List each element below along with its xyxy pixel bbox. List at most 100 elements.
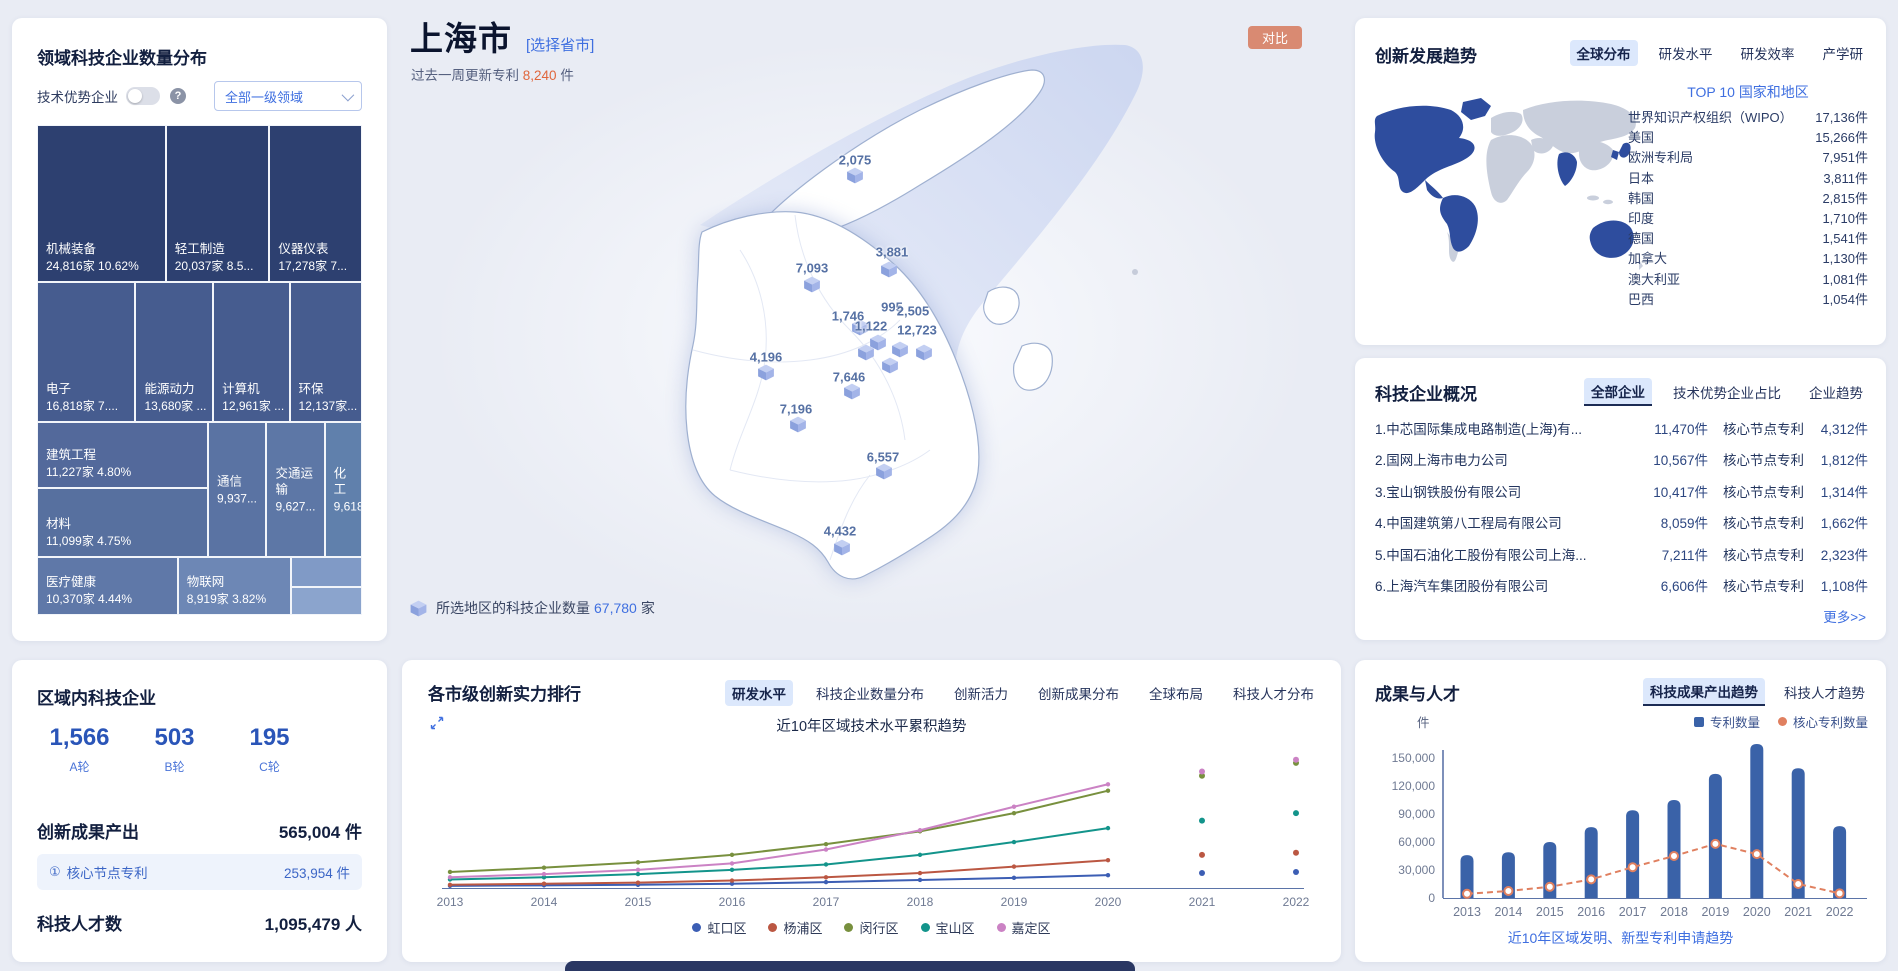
legend-item-闵行区[interactable]: 闵行区 xyxy=(844,918,899,937)
treemap-cell-通信[interactable]: 通信 9,937... xyxy=(207,421,267,558)
treemap-cell-轻工制造[interactable]: 轻工制造 20,037家 8.5... xyxy=(165,125,270,282)
point-宝山区-2020[interactable] xyxy=(1105,825,1111,831)
point-杨浦区-2021[interactable] xyxy=(1199,851,1205,858)
enterprise-cube-marker[interactable] xyxy=(844,383,861,405)
ranking-tab-6[interactable]: 科技人才分布 xyxy=(1226,680,1321,706)
point-虹口区-2021[interactable] xyxy=(1199,870,1205,877)
point-嘉定区-2017[interactable] xyxy=(823,847,829,852)
innovation-tab-3[interactable]: 研发效率 xyxy=(1734,40,1802,66)
treemap-cell-仪器仪表[interactable]: 仪器仪表 17,278家 7... xyxy=(269,125,362,282)
point-嘉定区-2020[interactable] xyxy=(1105,782,1111,787)
treemap-cell-机械装备[interactable]: 机械装备 24,816家 10.62% xyxy=(37,125,166,282)
point-宝山区-2017[interactable] xyxy=(823,862,829,867)
point-杨浦区-2019[interactable] xyxy=(1011,864,1017,869)
enterprise-name[interactable]: 2.国网上海市电力公司 xyxy=(1375,449,1636,469)
ranking-tab-2[interactable]: 科技企业数量分布 xyxy=(809,680,931,706)
point-杨浦区-2013[interactable] xyxy=(447,882,453,887)
point-闵行区-2020[interactable] xyxy=(1105,788,1111,793)
point-杨浦区-2017[interactable] xyxy=(823,875,829,880)
core-point-2013[interactable] xyxy=(1462,888,1472,899)
treemap-cell-医疗健康[interactable]: 医疗健康 10,370家 4.44% xyxy=(37,557,178,615)
core-point-2022[interactable] xyxy=(1834,888,1845,899)
patent-count-label[interactable]: 2,505 xyxy=(897,304,930,319)
bar-2022[interactable] xyxy=(1833,826,1847,898)
patent-count-label[interactable]: 7,646 xyxy=(833,370,866,385)
enterprise-cube-marker[interactable] xyxy=(882,357,899,379)
bar-2021[interactable] xyxy=(1791,768,1805,898)
treemap-cell-blank-14[interactable] xyxy=(291,557,362,588)
innovation-tab-4[interactable]: 产学研 xyxy=(1816,40,1871,66)
bar-2016[interactable] xyxy=(1584,827,1598,898)
enterprise-name[interactable]: 6.上海汽车集团股份有限公司 xyxy=(1375,575,1636,595)
treemap-cell-电子[interactable]: 电子 16,818家 7.... xyxy=(37,281,136,422)
enterprise-cube-marker[interactable] xyxy=(881,261,898,283)
patent-count-label[interactable]: 7,196 xyxy=(780,402,813,417)
enterprise-cube-marker[interactable] xyxy=(834,539,851,561)
patent-count-label[interactable]: 7,093 xyxy=(796,261,829,276)
treemap-cell-能源动力[interactable]: 能源动力 13,680家 ... xyxy=(135,281,214,422)
point-嘉定区-2018[interactable] xyxy=(917,828,923,833)
legend-item-杨浦区[interactable]: 杨浦区 xyxy=(768,918,822,937)
patent-count-label[interactable]: 12,723 xyxy=(897,323,937,338)
patent-count-label[interactable]: 4,432 xyxy=(824,524,857,539)
treemap-cell-环保[interactable]: 环保 12,137家... xyxy=(289,281,362,422)
point-杨浦区-2014[interactable] xyxy=(541,881,547,886)
point-杨浦区-2015[interactable] xyxy=(635,880,641,885)
point-嘉定区-2016[interactable] xyxy=(729,861,735,866)
enterprise-cube-marker[interactable] xyxy=(916,344,933,366)
point-杨浦区-2018[interactable] xyxy=(917,870,923,876)
enterprise-cube-marker[interactable] xyxy=(876,463,893,485)
enterprise-name[interactable]: 1.中芯国际集成电路制造(上海)有... xyxy=(1375,418,1636,438)
point-闵行区-2014[interactable] xyxy=(541,865,547,870)
treemap-cell-化工[interactable]: 化工 9,618... xyxy=(324,421,362,558)
enterprise-cube-marker[interactable] xyxy=(758,364,775,386)
core-point-2014[interactable] xyxy=(1503,886,1514,896)
point-闵行区-2015[interactable] xyxy=(635,860,641,865)
patent-count-label[interactable]: 1,122 xyxy=(855,319,888,334)
patent-count-label[interactable]: 6,557 xyxy=(867,450,900,465)
enterprise-tab-2[interactable]: 技术优势企业占比 xyxy=(1666,379,1788,405)
ranking-tab-1[interactable]: 研发水平 xyxy=(725,680,793,706)
treemap-cell-建筑工程[interactable]: 建筑工程 11,227家 4.80% xyxy=(37,421,208,489)
enterprise-cube-marker[interactable] xyxy=(790,416,807,438)
patent-count-label[interactable]: 3,881 xyxy=(876,245,909,260)
innovation-tab-1[interactable]: 全球分布 xyxy=(1569,40,1638,66)
point-嘉定区-2021[interactable] xyxy=(1199,768,1205,775)
enterprise-tab-3[interactable]: 企业趋势 xyxy=(1802,379,1870,405)
point-宝山区-2018[interactable] xyxy=(917,852,923,858)
legend-item-虹口区[interactable]: 虹口区 xyxy=(692,918,746,937)
help-icon[interactable]: ? xyxy=(170,88,186,104)
point-闵行区-2016[interactable] xyxy=(729,852,735,858)
more-link[interactable]: 更多>> xyxy=(1823,606,1866,626)
bar-2020[interactable] xyxy=(1750,744,1764,898)
core-point-2020[interactable] xyxy=(1751,849,1762,860)
patent-count-label[interactable]: 4,196 xyxy=(750,350,783,365)
core-point-2018[interactable] xyxy=(1669,851,1679,861)
enterprise-cube-marker[interactable] xyxy=(847,167,864,189)
point-嘉定区-2015[interactable] xyxy=(635,867,641,873)
core-point-2021[interactable] xyxy=(1793,879,1804,889)
core-point-2019[interactable] xyxy=(1710,838,1721,849)
point-闵行区-2019[interactable] xyxy=(1011,810,1017,816)
bar-2019[interactable] xyxy=(1708,773,1722,898)
point-杨浦区-2016[interactable] xyxy=(729,878,735,883)
field-level-dropdown[interactable]: 全部一级领域 xyxy=(214,81,362,111)
enterprise-tab-1[interactable]: 全部企业 xyxy=(1584,378,1652,406)
bar-2017[interactable] xyxy=(1626,810,1640,898)
core-point-2015[interactable] xyxy=(1544,881,1555,892)
core-node-patent-row[interactable]: ① 核心节点专利 253,954 件 xyxy=(37,854,362,890)
point-杨浦区-2020[interactable] xyxy=(1105,858,1111,863)
ranking-tab-5[interactable]: 全球布局 xyxy=(1142,680,1210,706)
achievement-tab-2[interactable]: 科技人才趋势 xyxy=(1777,679,1872,705)
treemap-cell-物联网[interactable]: 物联网 8,919家 3.82% xyxy=(177,557,292,615)
enterprise-cube-marker[interactable] xyxy=(858,344,875,366)
treemap-cell-材料[interactable]: 材料 11,099家 4.75% xyxy=(37,488,208,558)
point-宝山区-2019[interactable] xyxy=(1011,839,1017,845)
point-杨浦区-2022[interactable] xyxy=(1293,849,1299,856)
treemap-cell-计算机[interactable]: 计算机 12,961家 ... xyxy=(213,281,290,422)
point-虹口区-2020[interactable] xyxy=(1105,872,1111,878)
ranking-tab-4[interactable]: 创新成果分布 xyxy=(1031,680,1126,706)
point-宝山区-2021[interactable] xyxy=(1199,817,1205,824)
point-嘉定区-2014[interactable] xyxy=(541,871,547,877)
enterprise-cube-marker[interactable] xyxy=(804,276,821,298)
